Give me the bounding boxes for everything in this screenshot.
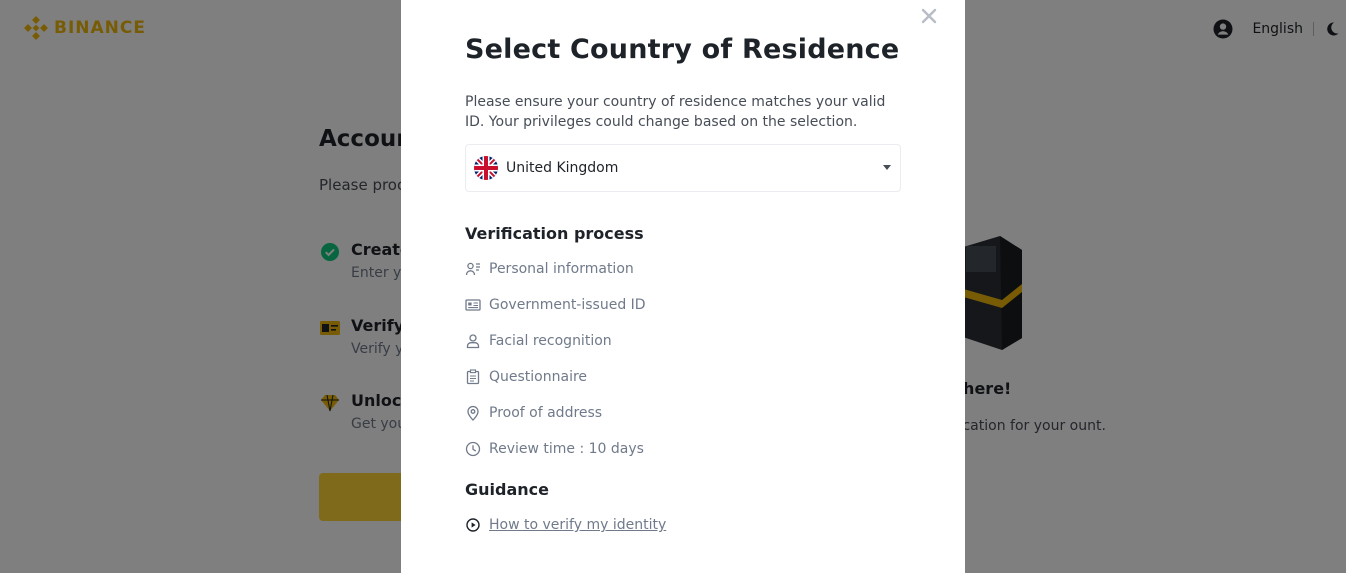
process-item-facial-recognition: Facial recognition	[465, 333, 612, 349]
process-item-label: Questionnaire	[489, 369, 588, 385]
close-icon[interactable]	[919, 6, 939, 26]
person-icon	[466, 334, 480, 349]
process-item-label: Government-issued ID	[489, 297, 646, 313]
process-item-government-id: Government-issued ID	[465, 297, 646, 313]
process-item-label: Personal information	[489, 261, 634, 277]
location-pin-icon	[467, 405, 479, 421]
personal-info-icon	[465, 262, 480, 276]
country-modal: Select Country of Residence Please ensur…	[401, 0, 965, 573]
uk-flag-icon	[474, 156, 498, 180]
process-item-label: Facial recognition	[489, 333, 612, 349]
guidance-heading: Guidance	[465, 480, 549, 499]
process-item-label: Review time : 10 days	[489, 441, 644, 457]
guidance-link[interactable]: How to verify my identity	[465, 517, 666, 533]
process-item-personal-info: Personal information	[465, 261, 634, 277]
process-item-label: Proof of address	[489, 405, 603, 421]
process-item-proof-of-address: Proof of address	[465, 405, 602, 421]
verification-heading: Verification process	[465, 224, 644, 243]
selected-country: United Kingdom	[506, 160, 619, 176]
play-circle-icon	[466, 518, 480, 532]
id-card-icon	[465, 299, 481, 311]
modal-title: Select Country of Residence	[465, 34, 900, 65]
country-select[interactable]: United Kingdom	[465, 144, 901, 192]
modal-description: Please ensure your country of residence …	[465, 94, 886, 130]
process-item-questionnaire: Questionnaire	[465, 369, 587, 385]
clock-icon	[465, 441, 481, 457]
chevron-down-icon	[883, 165, 891, 170]
process-item-review-time: Review time : 10 days	[465, 441, 644, 457]
guidance-link-label[interactable]: How to verify my identity	[489, 517, 666, 533]
clipboard-icon	[466, 369, 480, 385]
